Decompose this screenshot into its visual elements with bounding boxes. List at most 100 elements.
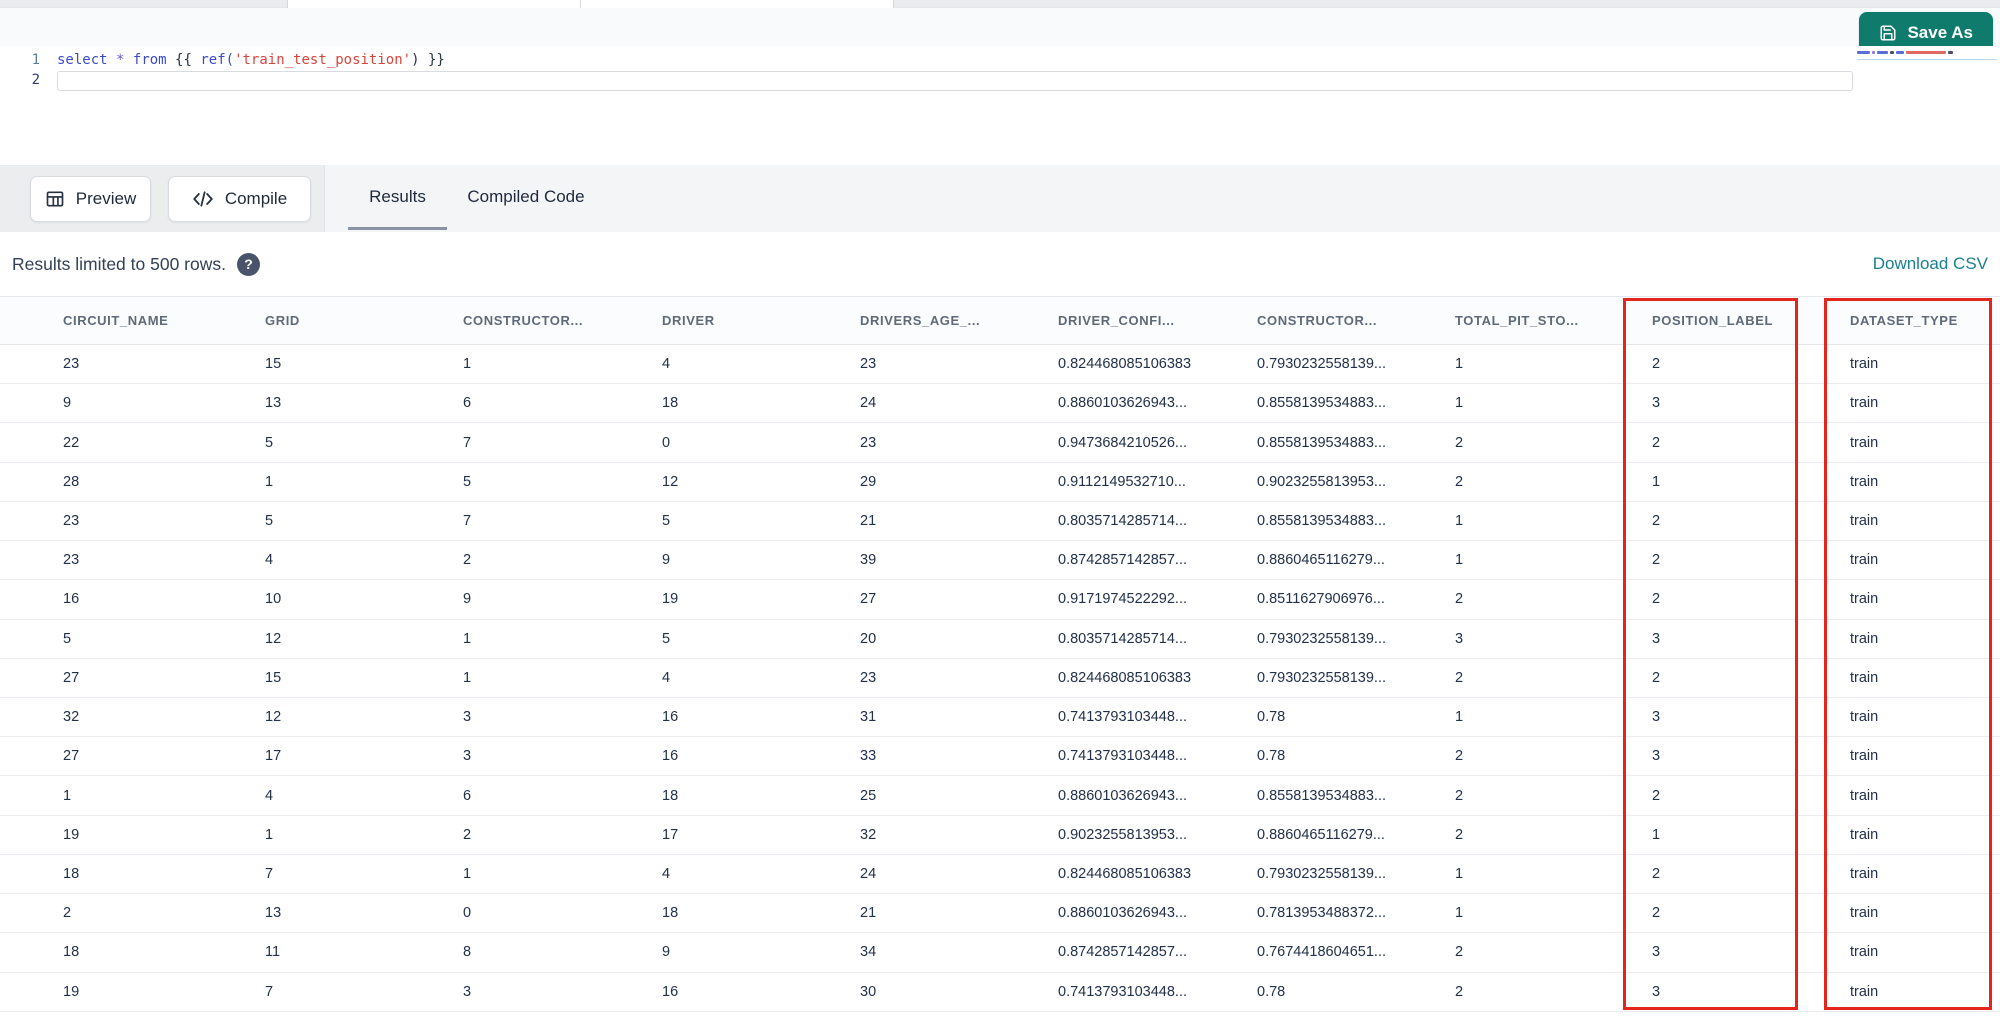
table-cell: train [1850, 630, 1879, 647]
table-cell: 3 [1652, 709, 1661, 726]
table-cell: 17 [662, 826, 679, 843]
table-cell: 10 [265, 591, 282, 608]
download-csv-link[interactable]: Download CSV [1873, 254, 1988, 274]
preview-button[interactable]: Preview [30, 176, 151, 222]
table-cell: 8 [463, 944, 472, 961]
table-cell: 9 [63, 395, 72, 412]
table-cell: 0.8742857142857... [1058, 552, 1188, 569]
code-brackets-icon [192, 189, 214, 209]
dbt-ide-app: Format Save As 1 2 select * from {{ ref(… [0, 0, 2000, 1020]
table-cell: train [1850, 473, 1879, 490]
table-cell: 3 [463, 748, 472, 765]
table-cell: 9 [662, 944, 671, 961]
table-cell: 4 [662, 669, 671, 686]
editor-toolbar: Format Save As [0, 8, 2000, 53]
code-line[interactable]: select * from {{ ref('train_test_positio… [57, 50, 445, 70]
table-cell: 18 [662, 905, 679, 922]
table-cell: 24 [860, 395, 877, 412]
table-cell: 5 [662, 512, 671, 529]
table-cell: 0.8860103626943... [1058, 905, 1188, 922]
table-cell: 0.8558139534883... [1257, 434, 1387, 451]
compile-button[interactable]: Compile [168, 176, 311, 222]
table-cell: 0.8035714285714... [1058, 630, 1188, 647]
table-cell: 2 [1455, 787, 1464, 804]
compile-label: Compile [224, 189, 288, 208]
active-line-highlight[interactable] [57, 71, 1853, 91]
table-cell: 1 [1455, 709, 1464, 726]
table-cell: 0.8511627906976... [1257, 591, 1385, 608]
table-cell: 21 [860, 512, 877, 529]
table-cell: 0.8558139534883... [1257, 512, 1387, 529]
table-cell: 3 [1652, 944, 1661, 961]
table-row: 32 12 3 16 31 0.7413793103448... 0.78 1 3 train [0, 698, 2000, 738]
question-circle-icon[interactable]: ? [236, 252, 260, 276]
table-cell: train [1850, 748, 1879, 765]
column-header: DRIVER_CONFI... [1058, 313, 1175, 328]
table-cell: 1 [463, 669, 472, 686]
table-cell: 23 [63, 552, 80, 569]
table-cell: 16 [662, 983, 679, 1000]
table-cell: 2 [1652, 591, 1661, 608]
column-header: DRIVER [662, 313, 715, 328]
table-cell: 5 [662, 630, 671, 647]
table-cell: 1 [265, 473, 274, 490]
results-action-bar: Preview Compile Results Compiled Code [0, 165, 2000, 232]
table-cell: 7 [265, 983, 274, 1000]
table-cell: 0.7413793103448... [1058, 983, 1188, 1000]
table-cell: 3 [1652, 630, 1661, 647]
code-token: ) [411, 52, 420, 68]
editor-tab-strip[interactable] [0, 0, 2000, 8]
table-cell: 7 [265, 865, 274, 882]
table-cell: 0.8860103626943... [1058, 395, 1188, 412]
table-cell: 2 [463, 552, 472, 569]
table-cell: 24 [860, 865, 877, 882]
table-cell: 2 [1455, 591, 1464, 608]
table-cell: train [1850, 591, 1879, 608]
editor-minimap[interactable] [1857, 50, 1997, 66]
table-cell: 12 [265, 709, 282, 726]
tab-compiled-code-label: Compiled Code [467, 187, 585, 206]
table-cell: train [1850, 434, 1879, 451]
table-cell: 30 [860, 983, 877, 1000]
table-cell: 15 [265, 356, 282, 373]
table-cell: 6 [463, 787, 472, 804]
table-cell: 19 [662, 591, 679, 608]
table-cell: 4 [662, 865, 671, 882]
tab-divider [893, 0, 894, 8]
line-number: 1 [31, 52, 40, 68]
table-cell: 2 [1652, 434, 1661, 451]
table-cell: 0.78 [1257, 983, 1286, 1000]
column-header: POSITION_LABEL [1652, 313, 1774, 328]
code-token: }} [427, 52, 445, 68]
table-cell: 0.7813953488372... [1257, 905, 1387, 922]
table-cell: 0.824468085106383 [1058, 865, 1192, 882]
table-cell: 2 [1652, 512, 1661, 529]
table-cell: 29 [860, 473, 877, 490]
table-cell: 12 [662, 473, 679, 490]
table-cell: 0.824468085106383 [1058, 356, 1192, 373]
tab-results[interactable]: Results [348, 165, 447, 229]
table-cell: train [1850, 552, 1879, 569]
active-editor-tab [287, 0, 893, 8]
table-cell: 18 [662, 395, 679, 412]
table-cell: 15 [265, 669, 282, 686]
column-header: CONSTRUCTOR... [1257, 313, 1378, 328]
table-cell: 2 [1455, 944, 1464, 961]
table-cell: 1 [1455, 905, 1464, 922]
active-tab-underline [348, 227, 447, 230]
table-cell: 2 [63, 905, 72, 922]
table-cell: train [1850, 983, 1879, 1000]
sql-code-editor[interactable]: 1 2 select * from {{ ref('train_test_pos… [0, 46, 2000, 165]
table-cell: 32 [860, 826, 877, 843]
table-row: 22 5 7 0 23 0.9473684210526... 0.8558139534883… [0, 423, 2000, 463]
table-cell: 0.7413793103448... [1058, 748, 1188, 765]
table-cell: 0.9023255813953... [1058, 826, 1188, 843]
table-cell: 0.78 [1257, 709, 1286, 726]
table-cell: 1 [463, 356, 472, 373]
table-cell: 21 [860, 905, 877, 922]
save-as-label: Save As [1907, 22, 1973, 42]
table-cell: 1 [1455, 395, 1464, 412]
tab-compiled-code[interactable]: Compiled Code [456, 165, 596, 229]
table-cell: 0.7930232558139... [1257, 865, 1387, 882]
